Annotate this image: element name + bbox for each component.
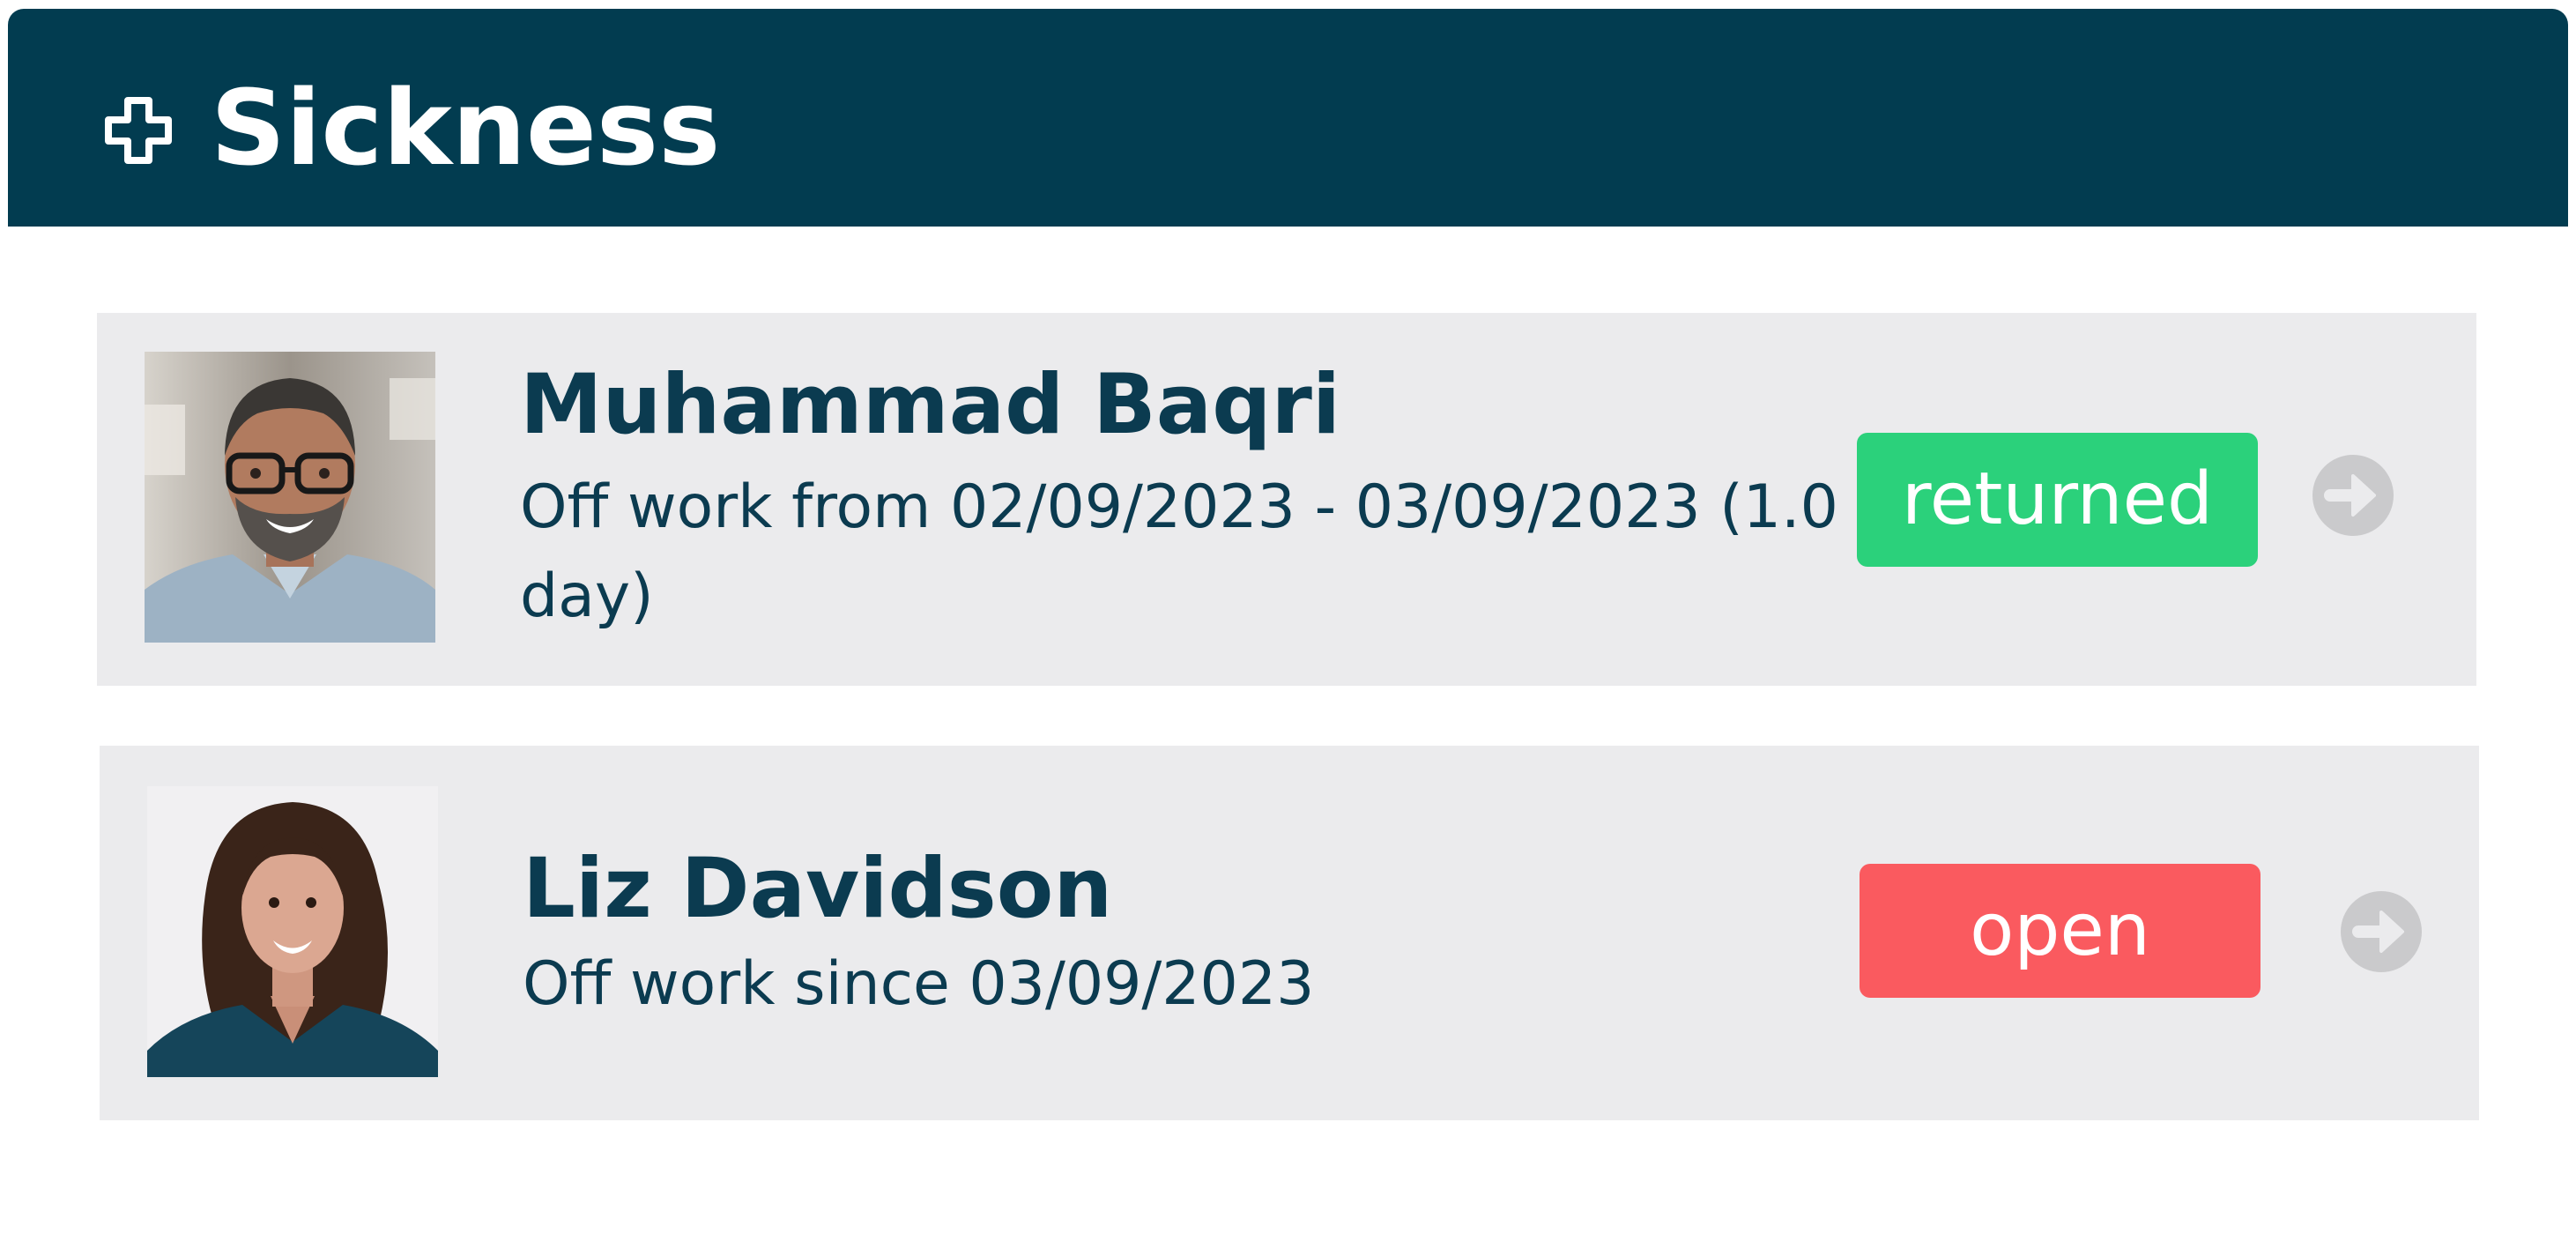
absence-detail: Off work since 03/09/2023 — [523, 949, 1315, 1019]
page-title: Sickness — [211, 67, 721, 189]
status-badge: open — [1860, 864, 2260, 998]
sickness-record-card[interactable]: Liz Davidson Off work since 03/09/2023 o… — [100, 746, 2479, 1120]
arrow-right-circle-icon[interactable] — [2339, 889, 2424, 974]
status-badge: returned — [1857, 433, 2258, 567]
header-bar: Sickness — [8, 9, 2568, 227]
sickness-record-card[interactable]: Muhammad Baqri Off work from 02/09/2023 … — [97, 313, 2476, 686]
employee-name: Liz Davidson — [523, 841, 1113, 937]
absence-detail: Off work from 02/09/2023 - 03/09/2023 (1… — [520, 472, 1838, 631]
avatar — [147, 786, 438, 1077]
arrow-right-circle-icon[interactable] — [2311, 453, 2395, 538]
avatar — [145, 352, 435, 643]
employee-name: Muhammad Baqri — [520, 357, 1341, 453]
plus-cross-icon — [105, 97, 172, 164]
